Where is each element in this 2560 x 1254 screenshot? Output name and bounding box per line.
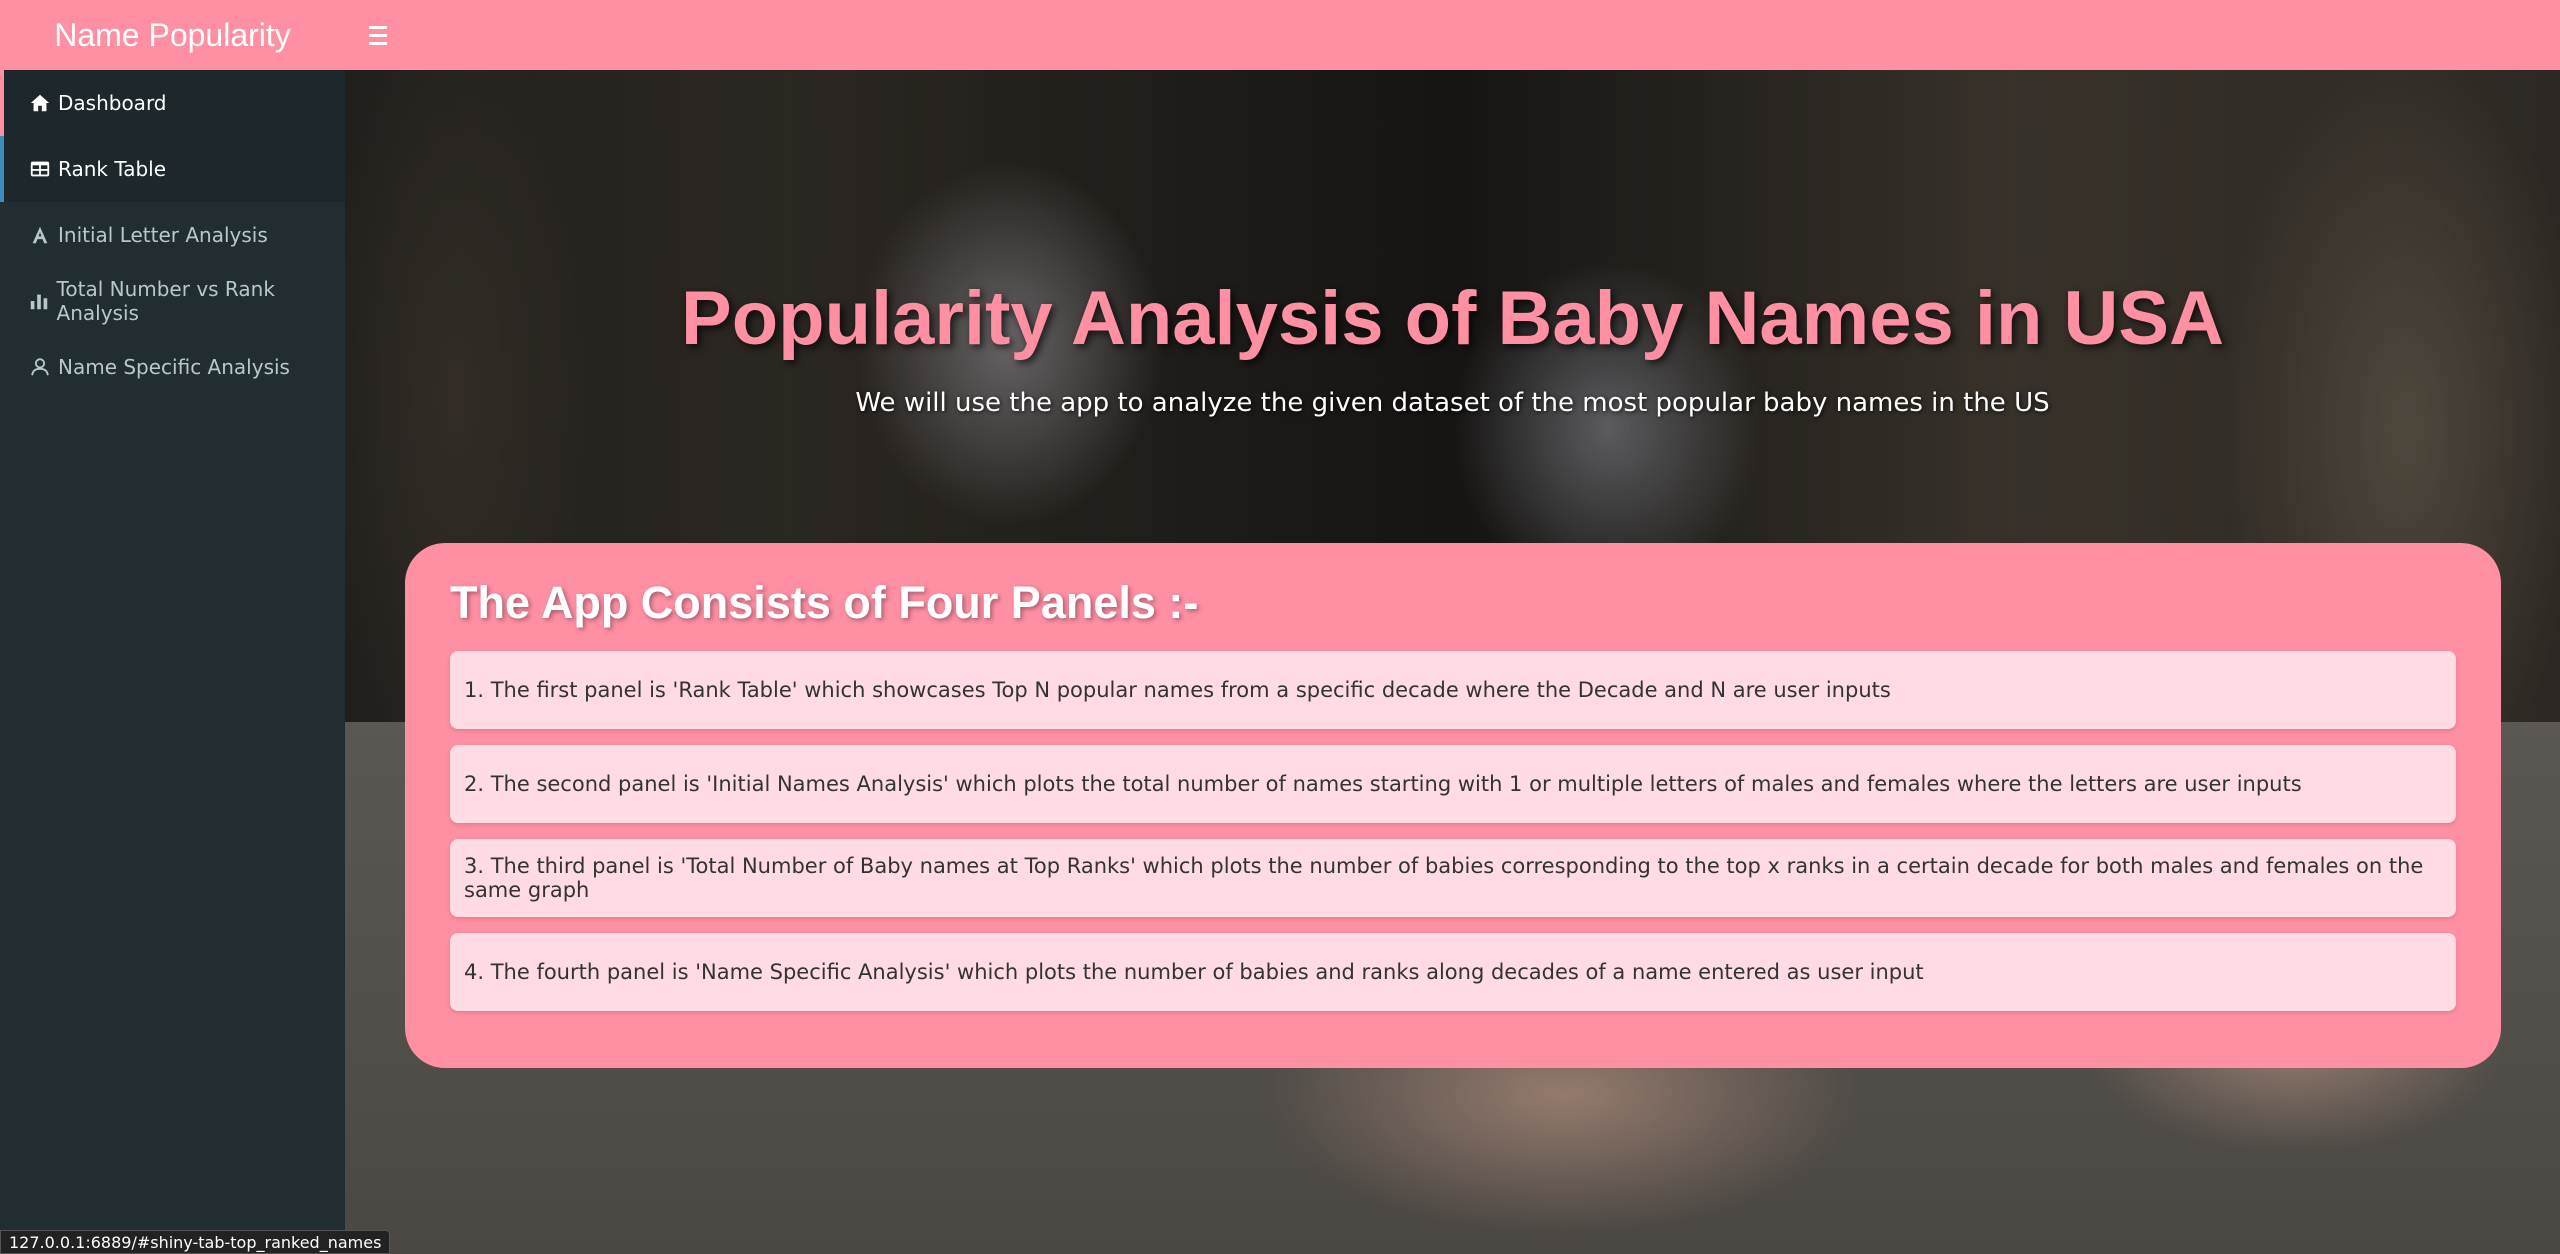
panel-description-item: 1. The first panel is 'Rank Table' which… — [450, 651, 2456, 729]
sidebar-item-dashboard[interactable]: Dashboard — [0, 70, 345, 136]
sidebar-item-label: Rank Table — [58, 157, 167, 181]
sidebar-item-rank-table[interactable]: Rank Table — [0, 136, 345, 202]
sidebar: Dashboard Rank Table Initial Letter Anal… — [0, 70, 345, 1254]
sidebar-item-total-number-vs-rank[interactable]: Total Number vs Rank Analysis — [0, 268, 345, 334]
user-icon — [28, 355, 52, 379]
sidebar-item-name-specific-analysis[interactable]: Name Specific Analysis — [0, 334, 345, 400]
app-logo-title[interactable]: Name Popularity — [0, 0, 345, 70]
table-icon — [28, 157, 52, 181]
home-icon — [28, 91, 52, 115]
font-icon — [28, 223, 52, 247]
sidebar-item-initial-letter-analysis[interactable]: Initial Letter Analysis — [0, 202, 345, 268]
main-content: Popularity Analysis of Baby Names in USA… — [345, 70, 2560, 1254]
bar-chart-icon — [28, 289, 51, 313]
panel-description-item: 3. The third panel is 'Total Number of B… — [450, 839, 2456, 917]
page-title: Popularity Analysis of Baby Names in USA — [681, 276, 2224, 361]
link-status-bar: 127.0.0.1:6889/#shiny-tab-top_ranked_nam… — [0, 1230, 391, 1254]
sidebar-item-label: Name Specific Analysis — [58, 355, 290, 379]
page-subtitle: We will use the app to analyze the given… — [855, 388, 2050, 418]
top-navbar — [345, 0, 2560, 70]
sidebar-item-label: Initial Letter Analysis — [58, 223, 268, 247]
panel-description-item: 2. The second panel is 'Initial Names An… — [450, 745, 2456, 823]
panel-description-item: 4. The fourth panel is 'Name Specific An… — [450, 933, 2456, 1011]
sidebar-item-label: Dashboard — [58, 91, 167, 115]
panel-box-title: The App Consists of Four Panels :- — [450, 577, 1199, 628]
sidebar-toggle-icon[interactable] — [369, 17, 399, 53]
sidebar-item-label: Total Number vs Rank Analysis — [56, 277, 275, 325]
panels-info-box: The App Consists of Four Panels :- 1. Th… — [405, 543, 2501, 1068]
